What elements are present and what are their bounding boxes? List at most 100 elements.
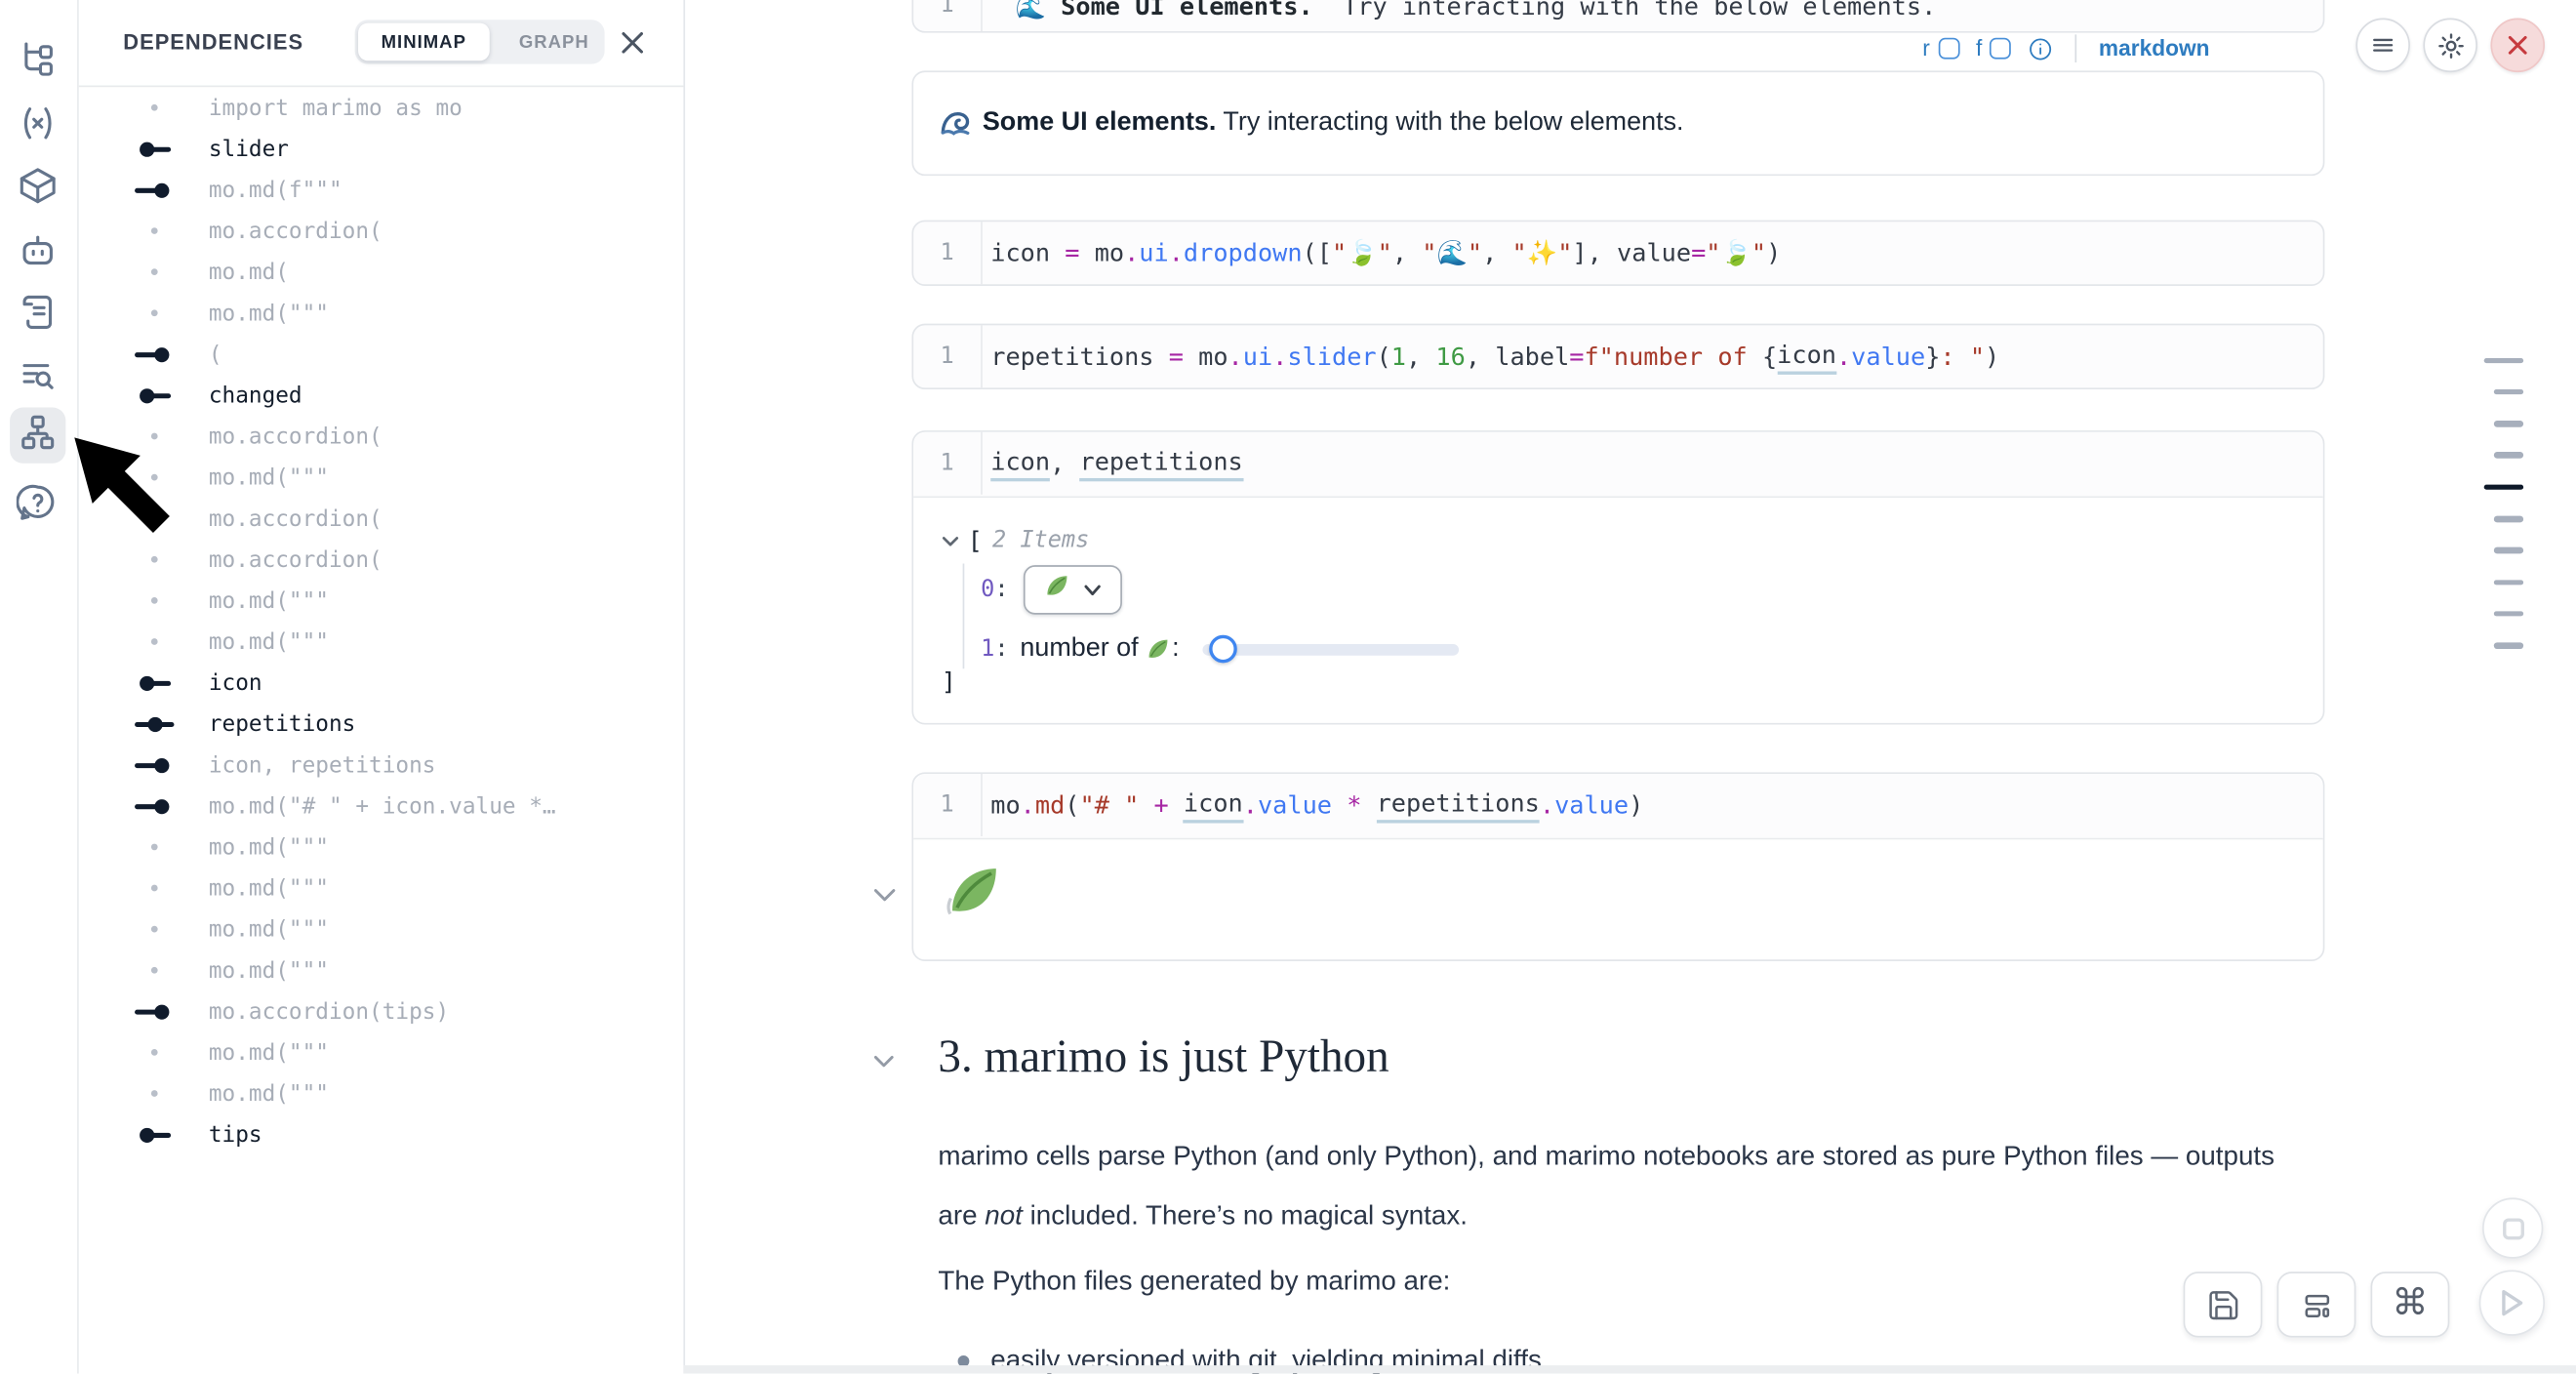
minimap-item-label: mo.md("# " + icon.value *…: [209, 792, 556, 819]
sidebar-item-help[interactable]: [10, 478, 65, 534]
toolbar-separator: [2075, 34, 2077, 62]
run-button[interactable]: [2479, 1270, 2545, 1335]
cell-tuple-editor[interactable]: 1 icon, repetitions: [913, 432, 2323, 498]
cell-tuple: 1 icon, repetitions [ 2 Items 0: 1: numb…: [911, 430, 2324, 724]
close-panel-button[interactable]: [620, 29, 646, 56]
minimap-list: import marimo as moslidermo.md(f"""mo.ac…: [79, 87, 682, 1154]
collapse-tree-chevron[interactable]: [942, 527, 960, 556]
sidebar-item-assistant[interactable]: [10, 225, 65, 281]
close-icon: [2506, 33, 2530, 58]
collapse-cell-chevron[interactable]: [872, 882, 897, 911]
minimap-item[interactable]: mo.md(""": [79, 293, 682, 334]
leaf-emoji-icon: [1044, 572, 1072, 608]
minimap-item[interactable]: mo.accordion(: [79, 211, 682, 252]
minimap-cell-mark[interactable]: [2494, 611, 2523, 617]
minimap-item[interactable]: import marimo as mo: [79, 87, 682, 128]
minimap-cell-mark[interactable]: [2494, 516, 2523, 522]
minimap-marker-dot: [135, 634, 174, 649]
layout-button[interactable]: [2277, 1272, 2356, 1337]
minimap-item-label: changed: [209, 382, 302, 408]
minimap-item-label: mo.accordion(tips): [209, 998, 449, 1025]
bottom-scrollbar[interactable]: [683, 1365, 2576, 1373]
minimap-item-label: repetitions: [209, 710, 356, 737]
slider[interactable]: [1203, 643, 1460, 655]
minimap-cell-mark[interactable]: [2484, 357, 2523, 363]
minimap-item[interactable]: mo.accordion(tips): [79, 990, 682, 1031]
minimap-cell-mark[interactable]: [2494, 421, 2523, 426]
code-line[interactable]: icon, repetitions: [990, 432, 1242, 495]
info-icon[interactable]: [2028, 35, 2054, 61]
minimap-marker-out: [135, 675, 174, 690]
minimap-item-label: slider: [209, 136, 289, 162]
cell-slider-editor[interactable]: 1 repetitions = mo.ui.slider(1, 16, labe…: [911, 324, 2324, 389]
minimap-item-label: mo.accordion(: [209, 546, 382, 573]
dependency-graph-icon: [17, 410, 60, 461]
tab-graph[interactable]: GRAPH: [496, 23, 612, 61]
minimap-item[interactable]: mo.md(: [79, 252, 682, 293]
minimap-cell-mark[interactable]: [2494, 580, 2523, 586]
save-button[interactable]: [2184, 1272, 2263, 1337]
minimap-item[interactable]: repetitions: [79, 704, 682, 745]
sidebar-item-packages[interactable]: [10, 161, 65, 217]
dropdown-select[interactable]: [1024, 565, 1122, 615]
code-line[interactable]: mo.md("# " + icon.value * repetitions.va…: [990, 774, 1643, 836]
collapse-section-chevron[interactable]: [872, 1048, 896, 1077]
play-icon: [2499, 1288, 2525, 1317]
slider-thumb[interactable]: [1210, 635, 1238, 664]
dependencies-panel: DEPENDENCIES MINIMAP GRAPH import marimo…: [79, 0, 685, 1374]
minimap-item[interactable]: mo.md(""": [79, 1072, 682, 1113]
minimap-cell-mark[interactable]: [2494, 643, 2523, 649]
reactive-checkbox[interactable]: [1938, 38, 1959, 60]
language-button[interactable]: markdown: [2099, 36, 2210, 61]
shutdown-button[interactable]: [2490, 19, 2545, 73]
tree-item-count: 2 Items: [992, 527, 1089, 553]
sidebar-item-scratchpad[interactable]: [10, 288, 65, 344]
code-line[interactable]: icon = mo.ui.dropdown(["🍃", "🌊", "✨"], v…: [990, 222, 1781, 284]
settings-button[interactable]: [2423, 19, 2477, 73]
cell-dropdown-editor[interactable]: 1 icon = mo.ui.dropdown(["🍃", "🌊", "✨"],…: [911, 221, 2324, 286]
minimap-item[interactable]: mo.md(""": [79, 1031, 682, 1072]
minimap-item[interactable]: changed: [79, 375, 682, 416]
shortcuts-button[interactable]: ⌘: [2371, 1272, 2450, 1337]
minimap-marker-dot: [135, 1045, 174, 1060]
sidebar-item-variables[interactable]: [10, 99, 65, 154]
format-checkbox[interactable]: [1991, 38, 2012, 60]
minimap-item[interactable]: icon, repetitions: [79, 745, 682, 786]
stop-button[interactable]: [2482, 1197, 2543, 1258]
cell-intro-editor[interactable]: 1 🌊 Some UI elements. Try interacting wi…: [911, 0, 2324, 33]
sidebar-item-dependencies[interactable]: [10, 408, 65, 464]
minimap-item-label: mo.md(""": [209, 1039, 329, 1066]
list-search-icon: [17, 354, 60, 405]
sidebar-item-logs[interactable]: [10, 351, 65, 407]
minimap-item[interactable]: mo.md(""": [79, 950, 682, 990]
minimap-cell-mark[interactable]: [2494, 453, 2523, 459]
minimap-item[interactable]: mo.md(""": [79, 909, 682, 950]
cell-md-editor[interactable]: 1 mo.md("# " + icon.value * repetitions.…: [913, 774, 2323, 839]
minimap-item[interactable]: tips: [79, 1114, 682, 1155]
tree-close-bracket: ]: [942, 667, 956, 697]
code-line[interactable]: repetitions = mo.ui.slider(1, 16, label=…: [990, 325, 1999, 387]
minimap-marker-in: [135, 757, 174, 772]
wave-emoji-icon: [940, 107, 971, 139]
minimap-marker-out: [135, 141, 174, 156]
minimap-marker-dot: [135, 922, 174, 937]
minimap-marker-in: [135, 346, 174, 361]
minimap-item-label: mo.md(""": [209, 465, 329, 491]
minimap-item[interactable]: mo.md(""": [79, 580, 682, 621]
minimap-item[interactable]: mo.md(""": [79, 827, 682, 868]
minimap-item[interactable]: mo.md(""": [79, 868, 682, 909]
minimap-item[interactable]: (: [79, 334, 682, 375]
minimap-item[interactable]: icon: [79, 663, 682, 704]
minimap-item-label: mo.md(""": [209, 957, 329, 984]
sidebar-item-file-tree[interactable]: [10, 34, 65, 90]
minimap-item[interactable]: mo.md(""": [79, 621, 682, 662]
minimap-item-label: mo.md(""": [209, 916, 329, 943]
minimap-cell-mark-active[interactable]: [2484, 484, 2523, 490]
menu-button[interactable]: [2355, 19, 2410, 73]
minimap-cell-mark[interactable]: [2494, 389, 2523, 395]
minimap-item[interactable]: mo.md("# " + icon.value *…: [79, 786, 682, 827]
minimap-item[interactable]: slider: [79, 128, 682, 169]
minimap-cell-mark[interactable]: [2494, 547, 2523, 553]
minimap-item[interactable]: mo.md(f""": [79, 169, 682, 210]
tab-minimap[interactable]: MINIMAP: [358, 23, 489, 61]
